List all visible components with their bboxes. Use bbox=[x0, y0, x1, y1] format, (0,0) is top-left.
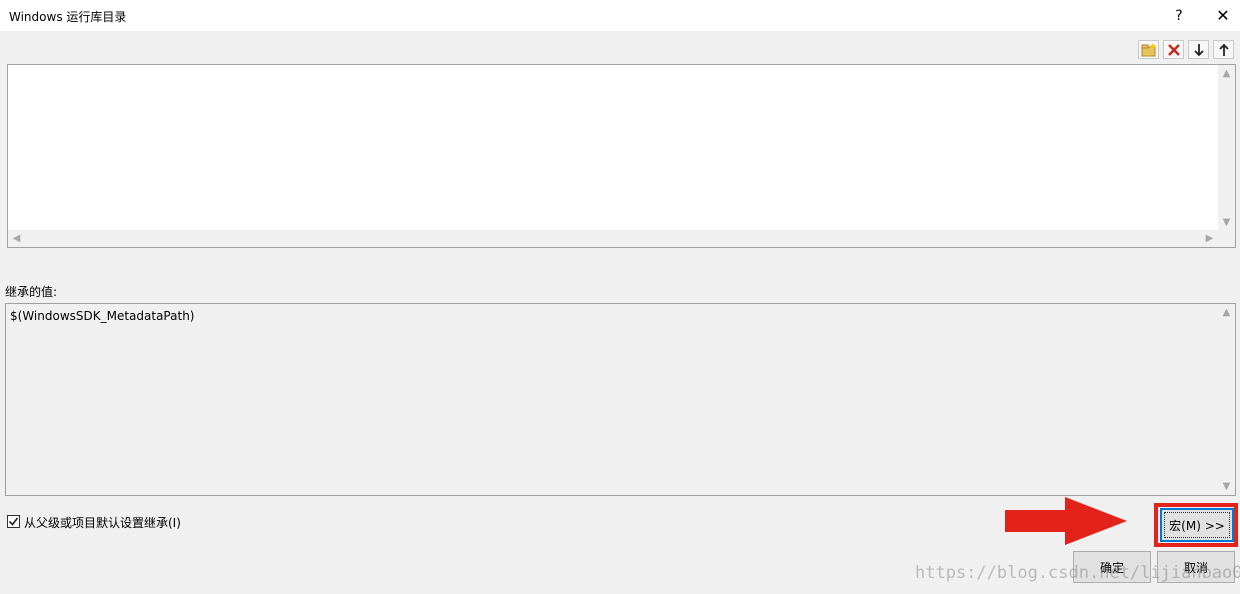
scroll-down-arrow[interactable]: ▼ bbox=[1218, 214, 1235, 231]
inherited-values-label: 继承的值: bbox=[5, 285, 58, 299]
help-button[interactable]: ? bbox=[1156, 0, 1202, 31]
checkmark-icon bbox=[8, 517, 19, 526]
directory-list-hscroll[interactable]: ◀ ▶ bbox=[8, 230, 1235, 247]
directory-list[interactable]: ▲ ▼ ◀ ▶ bbox=[7, 64, 1236, 248]
directory-list-vscroll[interactable]: ▲ ▼ bbox=[1218, 65, 1235, 231]
delete-line-button[interactable] bbox=[1163, 40, 1184, 59]
scroll-right-arrow[interactable]: ▶ bbox=[1201, 230, 1218, 247]
title-bar: Windows 运行库目录 ? ✕ bbox=[0, 0, 1240, 31]
inherited-values-vscroll[interactable]: ▲ ▼ bbox=[1218, 304, 1235, 495]
move-down-icon bbox=[1193, 43, 1204, 56]
scroll-left-arrow[interactable]: ◀ bbox=[8, 230, 25, 247]
move-up-icon bbox=[1218, 43, 1229, 56]
new-line-button[interactable] bbox=[1138, 40, 1159, 59]
new-folder-icon bbox=[1141, 42, 1156, 56]
inherited-values-box: $(WindowsSDK_MetadataPath) ▲ ▼ bbox=[5, 303, 1236, 496]
move-down-button[interactable] bbox=[1188, 40, 1209, 59]
scroll-up-arrow[interactable]: ▲ bbox=[1218, 304, 1235, 321]
delete-icon bbox=[1167, 43, 1180, 56]
move-up-button[interactable] bbox=[1213, 40, 1234, 59]
scroll-up-arrow[interactable]: ▲ bbox=[1218, 65, 1235, 82]
focus-rect bbox=[1164, 512, 1230, 538]
macro-button[interactable]: 宏(M) >> bbox=[1160, 508, 1234, 542]
inherit-checkbox-label[interactable]: 从父级或项目默认设置继承(I) bbox=[24, 514, 181, 531]
inherit-checkbox[interactable] bbox=[7, 515, 20, 528]
inherited-value: $(WindowsSDK_MetadataPath) bbox=[10, 309, 195, 323]
annotation-arrow-icon bbox=[1005, 497, 1127, 545]
watermark: https://blog.csdn.net/lijianbao0 bbox=[915, 563, 1240, 583]
window-title: Windows 运行库目录 bbox=[9, 10, 127, 24]
scroll-down-arrow[interactable]: ▼ bbox=[1218, 478, 1235, 495]
close-button[interactable]: ✕ bbox=[1200, 0, 1240, 31]
